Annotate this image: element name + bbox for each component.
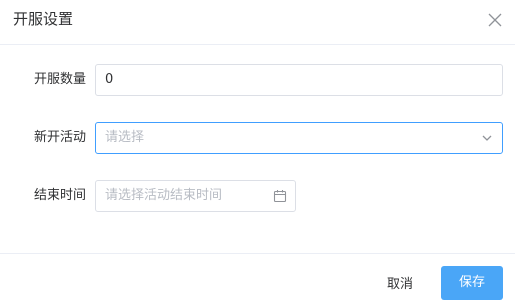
save-button[interactable]: 保存 (441, 266, 503, 300)
end-time-label: 结束时间 (33, 188, 86, 203)
dialog-header: 开服设置 (0, 0, 515, 45)
chevron-down-icon[interactable] (480, 131, 494, 145)
close-icon[interactable] (484, 9, 506, 31)
end-time-datepicker[interactable]: 请选择活动结束时间 (95, 180, 296, 212)
new-activity-placeholder: 请选择 (105, 130, 145, 145)
form-row-end-time: 结束时间 请选择活动结束时间 (0, 180, 515, 212)
close-button[interactable] (484, 9, 506, 31)
end-time-placeholder: 请选择活动结束时间 (105, 188, 223, 203)
server-settings-dialog: 开服设置 开服数量 0 新开活动 请选择 结束时间 请选择活动结束时间 取消 保… (0, 0, 515, 308)
dialog-footer: 取消 保存 (0, 253, 515, 308)
server-count-input[interactable]: 0 (95, 64, 503, 96)
server-count-value: 0 (105, 72, 114, 87)
new-activity-select[interactable]: 请选择 (95, 122, 503, 154)
cancel-button[interactable]: 取消 (371, 270, 429, 300)
calendar-icon[interactable] (273, 189, 287, 203)
server-count-label: 开服数量 (33, 72, 86, 87)
form-row-server-count: 开服数量 0 (0, 64, 515, 96)
new-activity-label: 新开活动 (33, 130, 86, 145)
dialog-title: 开服设置 (13, 10, 74, 28)
form-row-new-activity: 新开活动 请选择 (0, 122, 515, 154)
